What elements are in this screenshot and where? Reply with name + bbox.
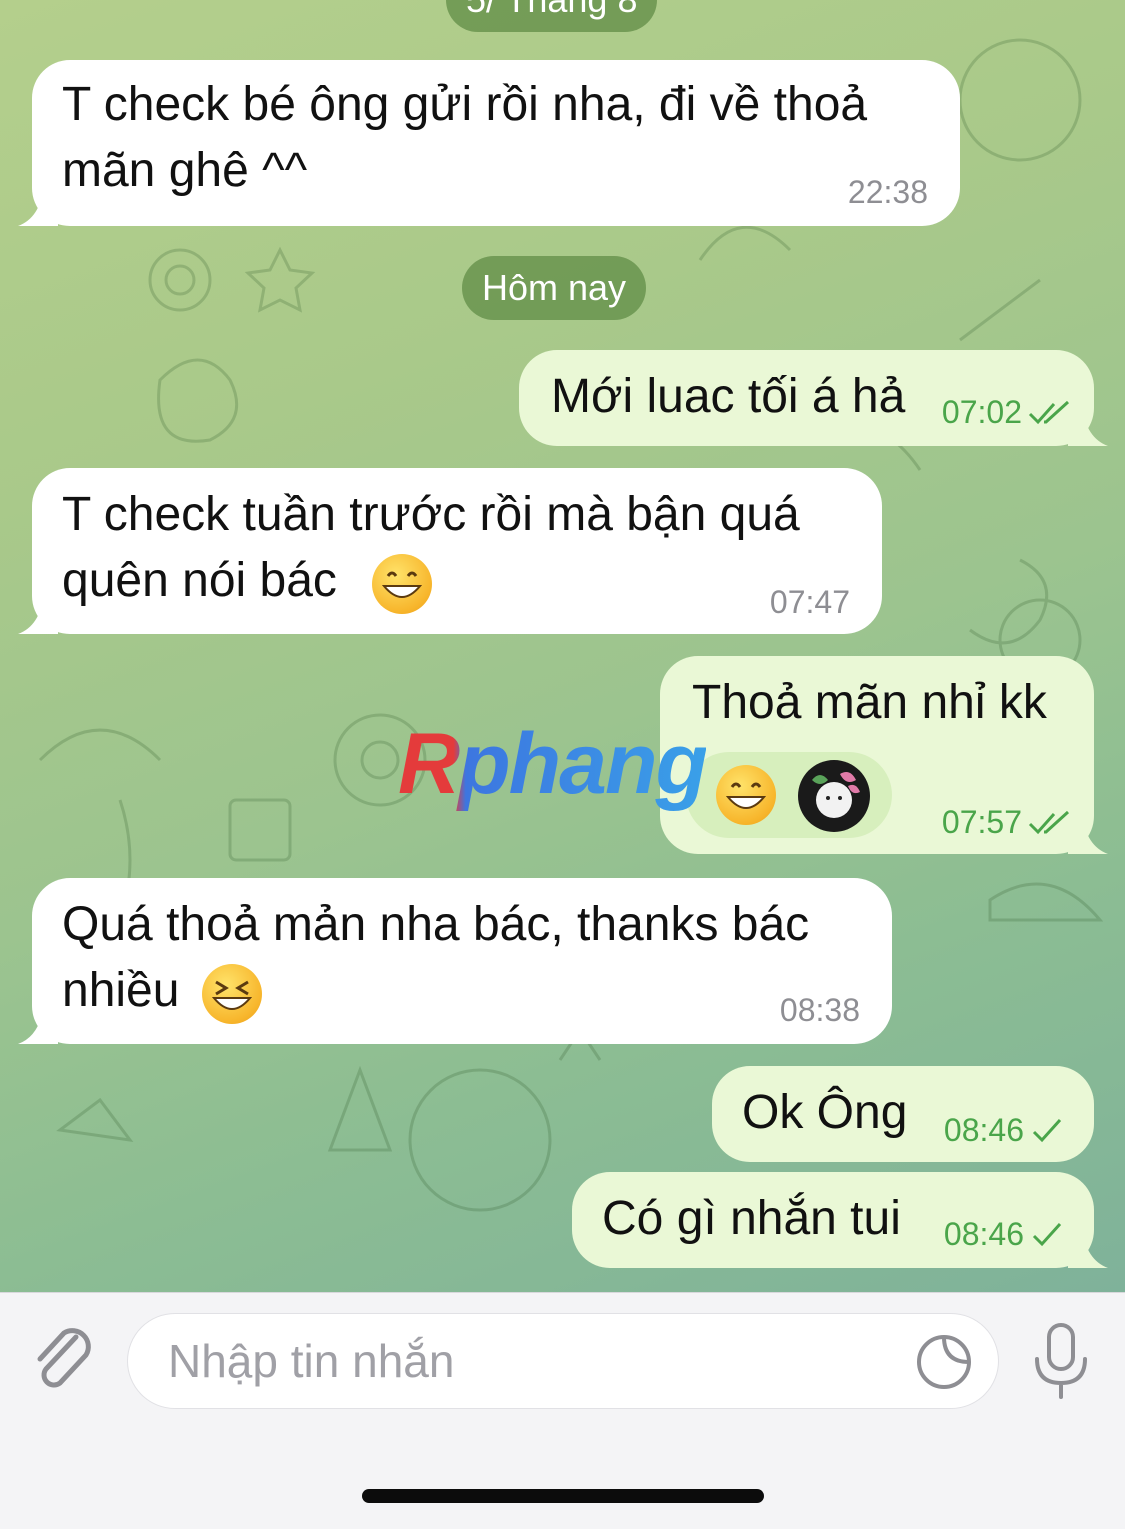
double-check-icon	[1028, 400, 1070, 424]
message-text: Thoả mãn nhỉ kk	[692, 676, 1047, 729]
message-bubble-outgoing[interactable]: Thoả mãn nhỉ kk 07:57	[660, 656, 1108, 854]
bubble-tail	[18, 186, 58, 226]
message-time: 07:02	[941, 394, 1022, 430]
message-time: 22:38	[847, 174, 928, 210]
message-text: T check bé ông gửi rồi nha, đi về thoả m…	[62, 78, 868, 197]
message-text: Có gì nhắn tui	[602, 1192, 901, 1245]
message-time: 08:46	[943, 1112, 1024, 1148]
laughing-face-emoji	[202, 964, 262, 1024]
message-time-status: 07:57	[942, 804, 1072, 841]
date-separator: 5/ Tháng 8	[446, 0, 658, 32]
bubble-tail	[18, 1004, 58, 1044]
message-composer: Nhập tin nhắn	[0, 1292, 1125, 1529]
message-bubble-incoming[interactable]: T check bé ông gửi rồi nha, đi về thoả m…	[18, 60, 960, 226]
check-icon	[1032, 1222, 1062, 1246]
reactor-avatar[interactable]	[798, 760, 870, 832]
sticker-icon[interactable]	[914, 1332, 974, 1392]
message-time-status: 08:46	[944, 1216, 1064, 1253]
message-time: 08:46	[943, 1216, 1024, 1252]
bubble-tail	[1068, 1228, 1108, 1268]
double-check-icon	[1028, 810, 1070, 834]
watermark-logo: Rphang	[398, 716, 708, 812]
message-text: Quá thoả mản nha bác, thanks bác nhiều	[62, 898, 810, 1017]
message-bubble-outgoing[interactable]: Ok Ông 08:46	[712, 1066, 1094, 1162]
check-icon	[1032, 1118, 1062, 1142]
message-time: 08:38	[779, 992, 860, 1028]
message-time-status: 07:02	[942, 394, 1072, 431]
message-bubble-incoming[interactable]: Quá thoả mản nha bác, thanks bác nhiều 0…	[18, 878, 892, 1044]
message-bubble-outgoing[interactable]: Có gì nhắn tui 08:46	[572, 1172, 1108, 1268]
message-time: 07:47	[769, 584, 850, 620]
microphone-icon[interactable]	[1030, 1321, 1092, 1401]
bubble-tail	[1068, 406, 1108, 446]
date-separator-today: Hôm nay	[462, 256, 647, 320]
message-bubble-incoming[interactable]: T check tuần trước rồi mà bận quá quên n…	[18, 468, 882, 634]
bubble-tail	[18, 594, 58, 634]
message-input-placeholder: Nhập tin nhắn	[168, 1335, 455, 1387]
paperclip-icon[interactable]	[30, 1323, 100, 1399]
message-text: Mới luac tối á hả	[551, 370, 906, 423]
home-indicator	[362, 1489, 764, 1503]
message-text: Ok Ông	[742, 1086, 908, 1139]
message-input[interactable]: Nhập tin nhắn	[127, 1313, 999, 1409]
grinning-face-reaction-icon	[716, 765, 776, 825]
message-time: 07:57	[941, 804, 1022, 840]
reaction-bar[interactable]	[686, 752, 892, 838]
chat-background: 5/ Tháng 8 T check bé ông gửi rồi nha, đ…	[0, 0, 1125, 1292]
message-time-status: 08:46	[944, 1112, 1064, 1149]
grinning-face-emoji	[372, 554, 432, 614]
bubble-tail	[1068, 814, 1108, 854]
message-bubble-outgoing[interactable]: Mới luac tối á hả 07:02	[519, 350, 1108, 446]
